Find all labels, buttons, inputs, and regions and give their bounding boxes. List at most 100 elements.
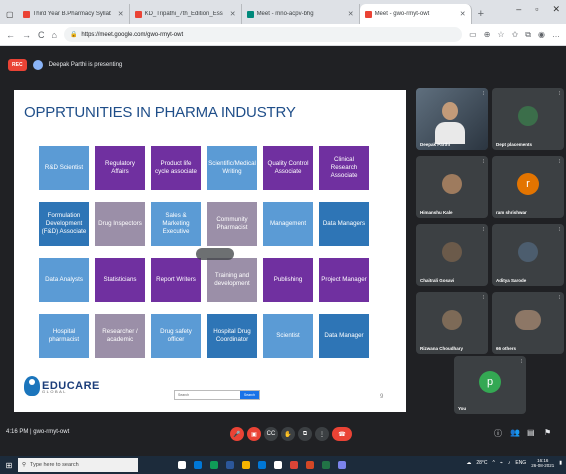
participant-avatar: r bbox=[517, 172, 539, 195]
meeting-details-icon[interactable]: ⓘ bbox=[494, 428, 502, 439]
slide-page-number: 9 bbox=[380, 394, 384, 400]
powerpoint-icon[interactable] bbox=[306, 461, 314, 469]
reload-icon[interactable]: C bbox=[38, 30, 45, 40]
edge-browser-icon[interactable] bbox=[210, 461, 218, 469]
minimize-icon[interactable]: – bbox=[516, 4, 521, 15]
browser-tab[interactable]: KD_Tripathi_7th_Edition_Essenti ✕ bbox=[130, 4, 242, 24]
bookmark-star-icon[interactable]: ☆ bbox=[497, 30, 504, 39]
notifications-icon[interactable]: ▮ bbox=[559, 460, 562, 466]
system-tray: ☁ 28°C ^ ⌁ ♪ ENG 16:16 26-08-2021 ▮ bbox=[466, 458, 562, 468]
mic-muted-icon: ⫶ bbox=[558, 295, 560, 301]
tray-arrow-icon[interactable]: ^ bbox=[492, 460, 494, 466]
store-icon[interactable] bbox=[258, 461, 266, 469]
teams-icon[interactable] bbox=[338, 461, 346, 469]
tab-close-icon[interactable]: ✕ bbox=[348, 10, 354, 18]
career-card: Project Manager bbox=[319, 258, 369, 302]
participant-name: Rizwana Choudhary bbox=[420, 346, 464, 351]
browser-tab[interactable]: Meet - gwo-rmyt-owt ✕ bbox=[359, 4, 472, 24]
career-card: Sales & Marketing Executive bbox=[151, 202, 201, 246]
chrome-icon[interactable] bbox=[290, 461, 298, 469]
presentation-slide: OPPRTUNITIES IN PHARMA INDUSTRY R&D Scie… bbox=[14, 90, 406, 412]
tab-favicon-icon bbox=[364, 10, 372, 18]
logo-mark-icon bbox=[24, 376, 40, 396]
meeting-time: 4:16 PM bbox=[6, 429, 29, 435]
word-icon[interactable] bbox=[226, 461, 234, 469]
career-card: Scientific/Medical Writing bbox=[207, 146, 257, 190]
raise-hand-icon[interactable]: ✋ bbox=[281, 427, 295, 441]
mic-muted-icon: ⫶ bbox=[520, 359, 522, 365]
career-card: Drug Inspectors bbox=[95, 202, 145, 246]
profile-avatar[interactable]: ◉ bbox=[538, 30, 545, 39]
chat-icon[interactable]: ▤ bbox=[527, 428, 535, 437]
browser-tab[interactable]: Third Year B.Pharmacy Syllabus (✕ bbox=[18, 4, 130, 24]
maximize-icon[interactable]: ▫ bbox=[535, 4, 538, 15]
captions-icon[interactable]: CC bbox=[264, 427, 278, 441]
tab-close-icon[interactable]: ✕ bbox=[118, 10, 124, 18]
browser-menu-icon[interactable]: … bbox=[552, 30, 560, 39]
presenting-bar: REC Deepak Parthi is presenting bbox=[0, 52, 566, 78]
participant-name: Himanshu Kale bbox=[420, 210, 453, 215]
mic-off-icon[interactable]: 🎤 bbox=[230, 427, 244, 441]
window-menu-icon[interactable]: ▢ bbox=[6, 10, 14, 19]
url-field[interactable]: 🔒 https://meet.google.com/gwo-rmyt-owt bbox=[63, 27, 463, 42]
participant-tile[interactable]: ⫶ 66 others bbox=[492, 292, 564, 354]
browser-tab-bar: ▢ Third Year B.Pharmacy Syllabus (✕KD_Tr… bbox=[0, 0, 566, 24]
browser-tab[interactable]: Meet - mno-acpv-bhg ✕ bbox=[242, 4, 360, 24]
mic-muted-icon: ⫶ bbox=[482, 159, 484, 165]
network-icon[interactable]: ⌁ bbox=[500, 460, 503, 466]
mic-muted-icon: ⫶ bbox=[482, 227, 484, 233]
participant-avatar bbox=[518, 241, 538, 262]
participant-tile[interactable]: p ⫶ You bbox=[454, 356, 526, 414]
taskbar-search[interactable]: ⚲ Type here to search bbox=[18, 458, 138, 472]
career-card: R&D Scientist bbox=[39, 146, 89, 190]
participant-name: Aditya Sarode bbox=[496, 278, 527, 283]
participant-tile[interactable]: ⫶ Chaitrali Gosavi bbox=[416, 224, 488, 286]
participant-tile[interactable]: r ⫶ ram shrishwar bbox=[492, 156, 564, 218]
file-explorer-icon[interactable] bbox=[242, 461, 250, 469]
url-text: https://meet.google.com/gwo-rmyt-owt bbox=[81, 31, 184, 38]
tab-favicon-icon bbox=[22, 10, 30, 18]
participant-name: Chaitrali Gosavi bbox=[420, 278, 455, 283]
tab-close-icon[interactable]: ✕ bbox=[460, 10, 466, 18]
present-icon[interactable]: ⧉ bbox=[298, 427, 312, 441]
screen: ▢ Third Year B.Pharmacy Syllabus (✕KD_Tr… bbox=[0, 0, 566, 474]
mic-muted-icon: ⫶ bbox=[558, 227, 560, 233]
forward-icon[interactable]: → bbox=[22, 30, 31, 40]
career-card: Report Writers bbox=[151, 258, 201, 302]
task-view-icon[interactable] bbox=[194, 461, 202, 469]
participant-tile[interactable]: ⫶ Himanshu Kale bbox=[416, 156, 488, 218]
tab-title: KD_Tripathi_7th_Edition_Essenti bbox=[144, 11, 223, 17]
participant-tile[interactable]: ⫶ Dept placements bbox=[492, 88, 564, 150]
participant-tile[interactable]: ⫶ Rizwana Choudhary bbox=[416, 292, 488, 354]
tab-title: Meet - mno-acpv-bhg bbox=[256, 11, 314, 17]
participant-name: 66 others bbox=[496, 346, 517, 351]
participant-avatar bbox=[442, 309, 462, 330]
new-tab-button[interactable]: + bbox=[472, 4, 490, 24]
volume-icon[interactable]: ♪ bbox=[508, 460, 511, 466]
excel-icon[interactable] bbox=[322, 461, 330, 469]
tab-close-icon[interactable]: ✕ bbox=[230, 10, 236, 18]
more-icon[interactable]: ⋮ bbox=[315, 427, 329, 441]
camera-off-icon[interactable]: ▣ bbox=[247, 427, 261, 441]
career-card: Data Managers bbox=[319, 202, 369, 246]
participant-tile[interactable]: ⫶ Aditya Sarode bbox=[492, 224, 564, 286]
mail-icon[interactable] bbox=[274, 461, 282, 469]
leave-call-icon[interactable]: ☎ bbox=[332, 427, 352, 441]
participant-tile[interactable]: ⫶ Deepak Parthi bbox=[416, 88, 488, 150]
camera-permission-icon[interactable]: ▭ bbox=[469, 30, 477, 39]
career-card: Drug safety officer bbox=[151, 314, 201, 358]
people-icon[interactable]: 👥 bbox=[510, 428, 520, 437]
favorites-icon[interactable]: ✩ bbox=[512, 30, 519, 39]
close-window-icon[interactable]: ✕ bbox=[552, 4, 560, 15]
taskbar-clock[interactable]: 16:16 26-08-2021 bbox=[531, 458, 554, 468]
cortana-icon[interactable] bbox=[178, 461, 186, 469]
activities-icon[interactable]: ⚑ bbox=[544, 428, 551, 437]
zoom-icon[interactable]: ⊕ bbox=[484, 30, 491, 39]
weather-icon[interactable]: ☁ bbox=[466, 460, 471, 466]
presentation-overlay-controls[interactable] bbox=[196, 248, 234, 260]
collections-icon[interactable]: ⧉ bbox=[525, 30, 531, 40]
home-icon[interactable]: ⌂ bbox=[52, 30, 57, 40]
windows-start-icon[interactable]: ⊞ bbox=[0, 456, 18, 474]
back-icon[interactable]: ← bbox=[6, 30, 15, 40]
language-indicator[interactable]: ENG bbox=[515, 460, 526, 466]
